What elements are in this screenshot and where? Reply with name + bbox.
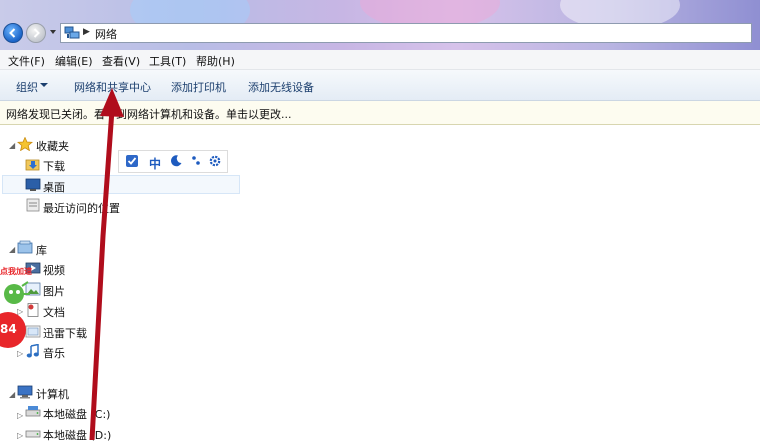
chevron-down-icon[interactable]: [40, 83, 48, 87]
network-icon: [64, 26, 80, 39]
arrow-left-icon: [9, 28, 16, 38]
nav-thunder-downloads[interactable]: 迅雷下载: [43, 325, 87, 341]
add-printer-button[interactable]: 添加打印机: [171, 79, 226, 95]
nav-documents[interactable]: 文档: [43, 304, 65, 320]
star-icon: [17, 137, 33, 151]
punctuation-icon[interactable]: [189, 154, 203, 168]
language-toolbar[interactable]: 中: [118, 150, 228, 173]
command-bar: 组织 网络和共享中心 添加打印机 添加无线设备: [0, 70, 760, 101]
hard-disk-icon: [25, 406, 41, 417]
arrow-right-icon: [33, 28, 40, 38]
moon-icon[interactable]: [169, 154, 183, 168]
nav-disk-c[interactable]: 本地磁盘 (C:): [43, 406, 110, 422]
hard-disk-icon: [25, 430, 41, 438]
window-titlebar: ▶ 网络: [0, 0, 760, 50]
recent-places-icon: [26, 198, 40, 212]
nav-music[interactable]: 音乐: [43, 345, 65, 361]
nav-disk-d[interactable]: 本地磁盘 (D:): [43, 427, 111, 443]
back-button[interactable]: [3, 23, 23, 43]
nav-pictures[interactable]: 图片: [43, 283, 65, 299]
nav-computer[interactable]: 计算机: [36, 386, 69, 402]
input-mode-label[interactable]: 中: [149, 155, 161, 172]
collapse-arrow-icon[interactable]: ◢: [9, 390, 15, 399]
collapse-arrow-icon[interactable]: ◢: [9, 141, 15, 150]
nav-downloads[interactable]: 下载: [43, 158, 65, 174]
promo-label[interactable]: 点我加速: [0, 266, 32, 277]
menu-view[interactable]: 查看(V): [102, 53, 140, 69]
history-dropdown-icon[interactable]: [49, 28, 57, 36]
computer-icon: [17, 385, 33, 399]
network-sharing-center-button[interactable]: 网络和共享中心: [74, 79, 151, 95]
add-wireless-device-button[interactable]: 添加无线设备: [248, 79, 314, 95]
expand-arrow-icon[interactable]: ▷: [17, 431, 23, 440]
expand-arrow-icon[interactable]: ▷: [17, 411, 23, 420]
menu-file[interactable]: 文件(F): [8, 53, 45, 69]
menu-bar: 文件(F) 编辑(E) 查看(V) 工具(T) 帮助(H): [0, 50, 760, 70]
menu-help[interactable]: 帮助(H): [196, 53, 235, 69]
nav-desktop[interactable]: 桌面: [43, 179, 65, 195]
nav-recent-places[interactable]: 最近访问的位置: [43, 200, 120, 216]
checkbox-icon[interactable]: [125, 154, 139, 168]
network-discovery-message[interactable]: 网络发现已关闭。看不到网络计算机和设备。单击以更改...: [6, 106, 292, 122]
desktop-icon: [25, 178, 41, 191]
nav-videos[interactable]: 视频: [43, 262, 65, 278]
nav-favorites[interactable]: 收藏夹: [36, 138, 69, 154]
forward-button[interactable]: [26, 23, 46, 43]
nav-libraries[interactable]: 库: [36, 242, 47, 258]
info-bar[interactable]: 网络发现已关闭。看不到网络计算机和设备。单击以更改...: [0, 101, 760, 125]
organize-button[interactable]: 组织: [16, 79, 38, 95]
menu-tools[interactable]: 工具(T): [149, 53, 186, 69]
address-bar[interactable]: ▶ 网络: [60, 23, 752, 43]
breadcrumb-network[interactable]: 网络: [95, 26, 117, 42]
promo-number: 84: [0, 322, 17, 336]
gear-icon[interactable]: [208, 154, 222, 168]
menu-edit[interactable]: 编辑(E): [55, 53, 93, 69]
breadcrumb-separator-icon[interactable]: ▶: [83, 27, 90, 37]
libraries-icon: [17, 240, 33, 254]
mascot-icon: [0, 281, 30, 348]
collapse-arrow-icon[interactable]: ◢: [9, 245, 15, 254]
speedup-promo-widget[interactable]: 点我加速 84: [0, 266, 34, 356]
downloads-folder-icon: [25, 159, 40, 171]
